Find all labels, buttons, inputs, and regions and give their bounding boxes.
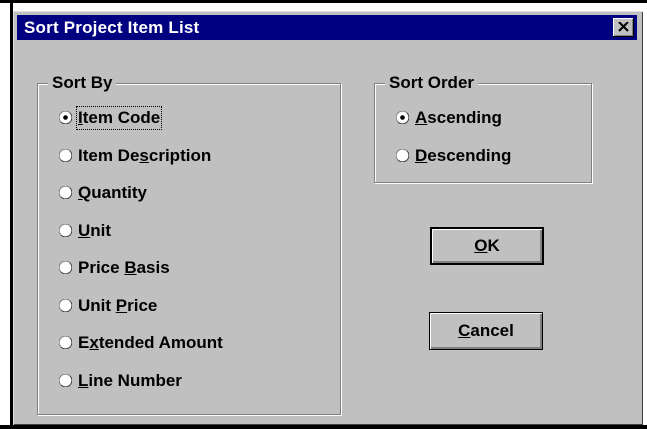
cancel-button-label: Cancel <box>458 321 514 340</box>
frame-bottom-edge <box>0 425 647 429</box>
title-bar[interactable]: Sort Project Item List <box>17 15 637 40</box>
radio-icon <box>396 149 409 162</box>
radio-icon <box>59 148 72 162</box>
radio-label: Extended Amount <box>78 333 223 352</box>
radio-selected-icon <box>396 111 409 124</box>
radio-icon <box>59 186 72 199</box>
radio-label: Ascending <box>415 108 502 127</box>
dialog-title: Sort Project Item List <box>24 18 200 37</box>
sort-order-legend: Sort Order <box>385 73 479 93</box>
sort-order-group: Sort Order Ascending Descending <box>374 73 592 183</box>
radio-label: Price Basis <box>78 258 170 277</box>
radio-icon <box>59 223 72 237</box>
radio-selected-icon <box>59 111 72 124</box>
radio-icon <box>59 373 72 387</box>
radio-label: Unit Price <box>78 295 158 315</box>
close-icon <box>618 22 629 32</box>
ok-button-label: OK <box>474 236 500 255</box>
radio-icon <box>59 336 72 349</box>
radio-icon <box>59 261 72 274</box>
radio-label: Quantity <box>78 183 147 202</box>
radio-label: Unit <box>78 220 112 240</box>
radio-icon <box>59 298 72 312</box>
frame-top-edge <box>0 0 647 3</box>
cancel-button[interactable]: Cancel <box>429 312 543 350</box>
radio-label: Item Code <box>75 106 163 130</box>
radio-label: Descending <box>415 146 512 165</box>
radio-label: Item Description <box>78 145 212 165</box>
sort-by-legend: Sort By <box>48 73 117 93</box>
ok-button[interactable]: OK <box>430 227 544 265</box>
sort-by-group: Sort By Item Code Item Description Quantit… <box>37 73 341 415</box>
radio-label: Line Number <box>78 370 182 390</box>
sort-dialog: Sort Project Item List Sort By Item Code… <box>13 11 643 425</box>
close-button[interactable] <box>613 18 634 37</box>
